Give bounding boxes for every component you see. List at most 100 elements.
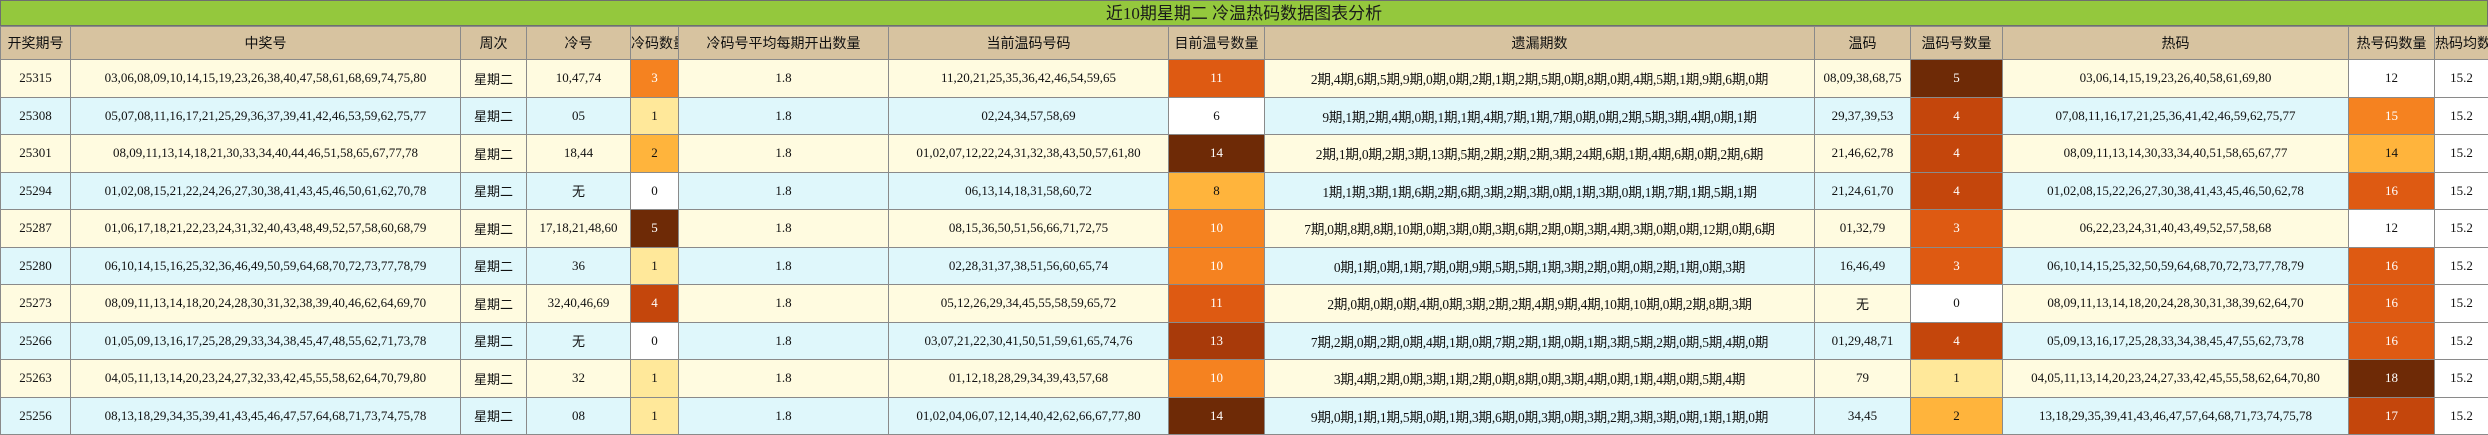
table-row: 2530805,07,08,11,16,17,21,25,29,36,37,39…: [1, 97, 2488, 135]
cell-warm-count: 13: [1169, 322, 1265, 360]
cell-weekday: 星期二: [461, 360, 527, 398]
cell-hot-count: 12: [2349, 60, 2435, 98]
cell-hot: 08,09,11,13,14,30,33,34,40,51,58,65,67,7…: [2003, 135, 2349, 173]
cell-warm-count: 11: [1169, 60, 1265, 98]
chart-page: 近10期星期二 冷温热码数据图表分析 开奖期号 中奖号 周次 冷号 冷码数量 冷…: [0, 0, 2488, 433]
cell-cold: 36: [527, 247, 631, 285]
cell-warm: 01,29,48,71: [1815, 322, 1911, 360]
cell-period: 25301: [1, 135, 71, 173]
cell-cold-count: 4: [631, 285, 679, 323]
cell-period: 25294: [1, 172, 71, 210]
cell-winning: 08,09,11,13,14,18,20,24,28,30,31,32,38,3…: [71, 285, 461, 323]
cell-warm: 08,09,38,68,75: [1815, 60, 1911, 98]
cell-warm-numbers: 02,24,34,57,58,69: [889, 97, 1169, 135]
cell-cold-avg: 1.8: [679, 360, 889, 398]
cell-weekday: 星期二: [461, 322, 527, 360]
cell-cold-avg: 1.8: [679, 97, 889, 135]
cell-hot-avg: 15.2: [2435, 60, 2488, 98]
cell-cold: 18,44: [527, 135, 631, 173]
cell-warm-count: 14: [1169, 397, 1265, 435]
cell-cold: 10,47,74: [527, 60, 631, 98]
cell-hot-count: 16: [2349, 247, 2435, 285]
cell-cold-count: 1: [631, 97, 679, 135]
cell-period: 25256: [1, 397, 71, 435]
cell-missing: 2期,4期,6期,5期,9期,0期,0期,2期,1期,2期,5期,0期,8期,0…: [1265, 60, 1815, 98]
cell-period: 25266: [1, 322, 71, 360]
cell-warm: 34,45: [1815, 397, 1911, 435]
cell-missing: 3期,4期,2期,0期,3期,1期,2期,0期,8期,0期,3期,4期,0期,1…: [1265, 360, 1815, 398]
cell-winning: 01,06,17,18,21,22,23,24,31,32,40,43,48,4…: [71, 210, 461, 248]
header-hot-avg: 热码均数: [2435, 27, 2488, 60]
header-cold-count: 冷码数量: [631, 27, 679, 60]
cell-hot: 04,05,11,13,14,20,23,24,27,33,42,45,55,5…: [2003, 360, 2349, 398]
cell-cold-count: 1: [631, 397, 679, 435]
header-warm-count: 目前温号数量: [1169, 27, 1265, 60]
table-row: 2529401,02,08,15,21,22,24,26,27,30,38,41…: [1, 172, 2488, 210]
cell-warm: 01,32,79: [1815, 210, 1911, 248]
cell-weekday: 星期二: [461, 97, 527, 135]
cell-weekday: 星期二: [461, 210, 527, 248]
cell-cold: 32,40,46,69: [527, 285, 631, 323]
cell-hot-avg: 15.2: [2435, 135, 2488, 173]
cell-weekday: 星期二: [461, 135, 527, 173]
cell-hot: 06,10,14,15,25,32,50,59,64,68,70,72,73,7…: [2003, 247, 2349, 285]
header-hot: 热码: [2003, 27, 2349, 60]
header-cold: 冷号: [527, 27, 631, 60]
cell-cold-count: 1: [631, 247, 679, 285]
cell-cold-count: 1: [631, 360, 679, 398]
cell-cold-avg: 1.8: [679, 60, 889, 98]
cell-warm: 16,46,49: [1815, 247, 1911, 285]
cell-period: 25308: [1, 97, 71, 135]
cell-warm-num-count: 4: [1911, 97, 2003, 135]
page-title: 近10期星期二 冷温热码数据图表分析: [0, 0, 2488, 26]
cell-cold: 无: [527, 322, 631, 360]
cell-warm-num-count: 5: [1911, 60, 2003, 98]
analysis-table: 开奖期号 中奖号 周次 冷号 冷码数量 冷码号平均每期开出数量 当前温码号码 目…: [0, 26, 2488, 435]
cell-warm-num-count: 0: [1911, 285, 2003, 323]
cell-period: 25273: [1, 285, 71, 323]
cell-hot-avg: 15.2: [2435, 172, 2488, 210]
cell-warm-numbers: 02,28,31,37,38,51,56,60,65,74: [889, 247, 1169, 285]
cell-hot-avg: 15.2: [2435, 97, 2488, 135]
cell-weekday: 星期二: [461, 172, 527, 210]
header-warm: 温码: [1815, 27, 1911, 60]
cell-winning: 06,10,14,15,16,25,32,36,46,49,50,59,64,6…: [71, 247, 461, 285]
cell-hot-avg: 15.2: [2435, 210, 2488, 248]
cell-hot-count: 16: [2349, 172, 2435, 210]
cell-warm: 79: [1815, 360, 1911, 398]
cell-missing: 9期,1期,2期,4期,0期,1期,1期,4期,7期,1期,7期,0期,0期,2…: [1265, 97, 1815, 135]
header-warm-numbers: 当前温码号码: [889, 27, 1169, 60]
cell-warm-num-count: 3: [1911, 210, 2003, 248]
cell-winning: 05,07,08,11,16,17,21,25,29,36,37,39,41,4…: [71, 97, 461, 135]
cell-hot-count: 14: [2349, 135, 2435, 173]
cell-warm-count: 10: [1169, 210, 1265, 248]
cell-cold: 32: [527, 360, 631, 398]
cell-winning: 08,09,11,13,14,18,21,30,33,34,40,44,46,5…: [71, 135, 461, 173]
cell-warm: 29,37,39,53: [1815, 97, 1911, 135]
cell-missing: 2期,1期,0期,2期,3期,13期,5期,2期,2期,2期,3期,24期,6期…: [1265, 135, 1815, 173]
header-winning: 中奖号: [71, 27, 461, 60]
cell-hot-avg: 15.2: [2435, 247, 2488, 285]
cell-period: 25280: [1, 247, 71, 285]
table-row: 2525608,13,18,29,34,35,39,41,43,45,46,47…: [1, 397, 2488, 435]
cell-hot: 01,02,08,15,22,26,27,30,38,41,43,45,46,5…: [2003, 172, 2349, 210]
cell-cold-count: 0: [631, 322, 679, 360]
cell-hot-avg: 15.2: [2435, 397, 2488, 435]
cell-winning: 01,05,09,13,16,17,25,28,29,33,34,38,45,4…: [71, 322, 461, 360]
cell-weekday: 星期二: [461, 397, 527, 435]
cell-warm-num-count: 1: [1911, 360, 2003, 398]
header-hot-count: 热号码数量: [2349, 27, 2435, 60]
cell-cold-count: 3: [631, 60, 679, 98]
cell-warm-numbers: 03,07,21,22,30,41,50,51,59,61,65,74,76: [889, 322, 1169, 360]
cell-warm-num-count: 3: [1911, 247, 2003, 285]
cell-warm-numbers: 05,12,26,29,34,45,55,58,59,65,72: [889, 285, 1169, 323]
cell-warm-numbers: 01,12,18,28,29,34,39,43,57,68: [889, 360, 1169, 398]
cell-hot-count: 12: [2349, 210, 2435, 248]
header-warm-num-count: 温码号数量: [1911, 27, 2003, 60]
cell-warm-numbers: 11,20,21,25,35,36,42,46,54,59,65: [889, 60, 1169, 98]
cell-missing: 7期,0期,8期,8期,10期,0期,3期,0期,3期,6期,2期,0期,3期,…: [1265, 210, 1815, 248]
cell-warm: 21,24,61,70: [1815, 172, 1911, 210]
header-weekday: 周次: [461, 27, 527, 60]
cell-winning: 04,05,11,13,14,20,23,24,27,32,33,42,45,5…: [71, 360, 461, 398]
header-missing: 遗漏期数: [1265, 27, 1815, 60]
